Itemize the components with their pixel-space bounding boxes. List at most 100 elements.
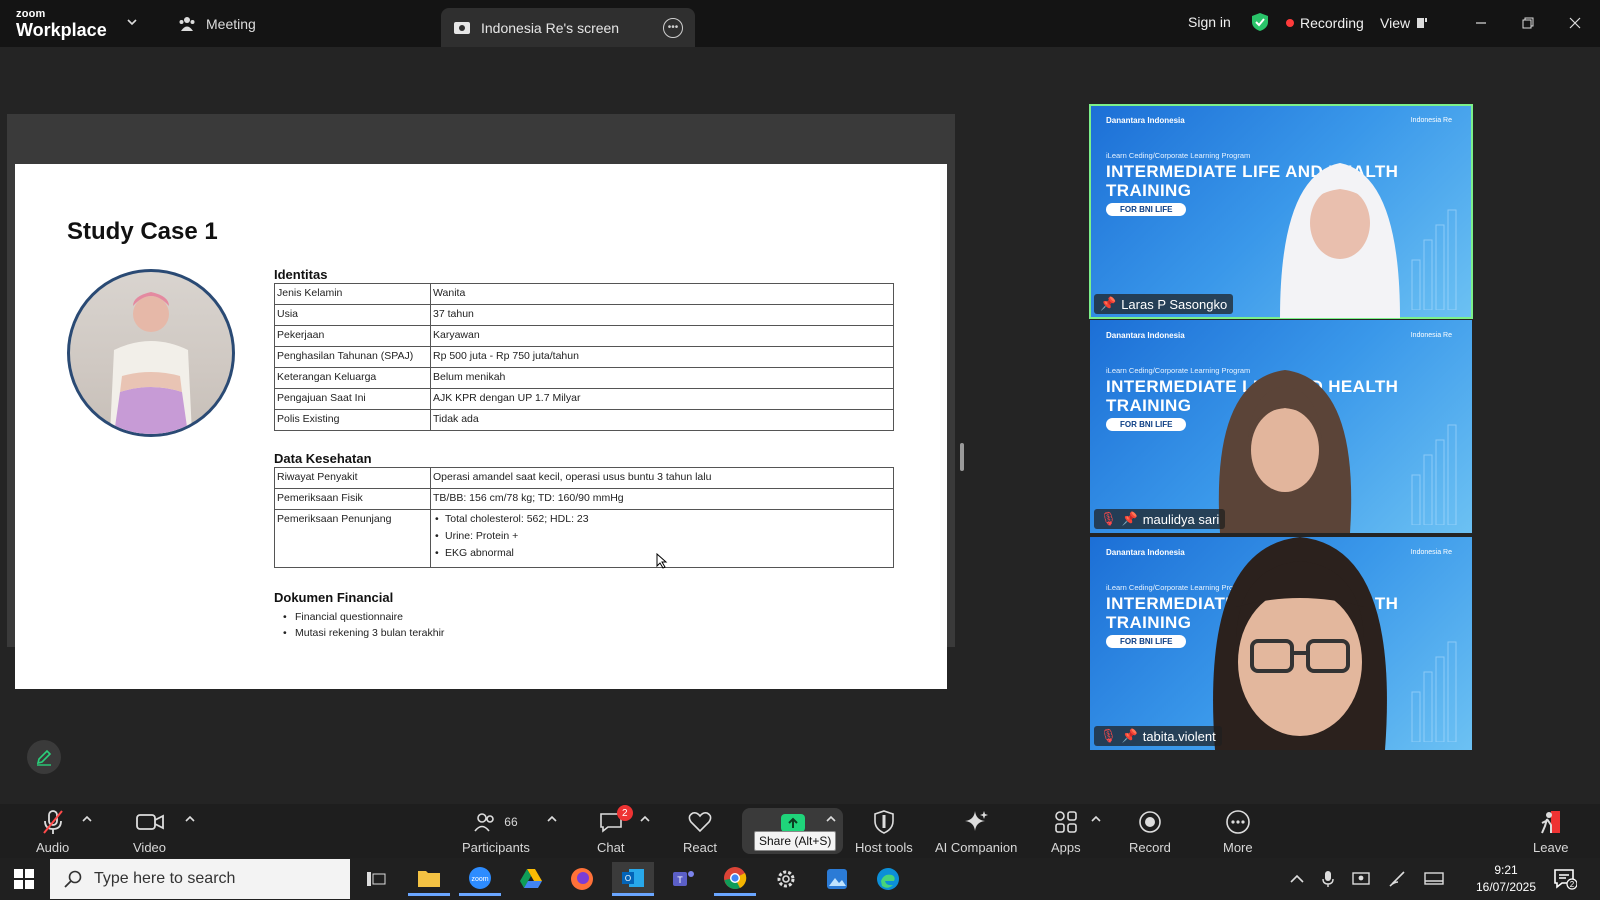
camera-icon	[135, 814, 164, 830]
task-view-icon[interactable]	[355, 862, 397, 896]
more-dots-icon	[1226, 810, 1250, 834]
table-row: Jenis Kelamin Wanita	[274, 283, 894, 305]
tile-pill: FOR BNI LIFE	[1106, 418, 1187, 431]
minimize-icon[interactable]	[1470, 12, 1492, 34]
tile-logo-left: Danantara Indonesia	[1106, 116, 1185, 125]
mic-muted-icon	[42, 810, 63, 834]
leave-button[interactable]: Leave	[1533, 809, 1568, 855]
table-cell-key: Pemeriksaan Fisik	[274, 488, 431, 510]
participants-icon	[474, 813, 495, 832]
firefox-icon[interactable]	[561, 862, 603, 896]
chat-caret-icon[interactable]	[640, 815, 650, 823]
table-cell-key: Jenis Kelamin	[274, 283, 431, 305]
apps-button[interactable]: Apps	[1051, 809, 1081, 855]
leave-label: Leave	[1533, 840, 1569, 855]
split-drag-handle[interactable]	[960, 443, 964, 471]
participant-name-tag: 📌 Laras P Sasongko	[1094, 294, 1234, 314]
microphone-icon[interactable]	[1322, 870, 1334, 888]
react-label: React	[683, 840, 717, 855]
clock-time: 9:21	[1494, 863, 1518, 877]
ai-companion-button[interactable]: AI Companion	[935, 809, 1017, 855]
annotate-button[interactable]	[27, 740, 61, 774]
recording-indicator[interactable]: Recording	[1286, 15, 1364, 31]
notification-count: 2	[1570, 880, 1575, 889]
participants-label: Participants	[462, 840, 530, 855]
identitas-table: Jenis Kelamin Wanita Usia 37 tahun Pekerjaan…	[274, 283, 894, 431]
participant-name-tag: 🎙 📌 tabita.violent	[1094, 726, 1222, 746]
video-options-caret-icon[interactable]	[185, 815, 195, 823]
tile-headline-2: TRAINING	[1106, 181, 1192, 200]
apps-caret-icon[interactable]	[1091, 815, 1101, 823]
person-illustration	[110, 292, 192, 434]
zoom-app-icon[interactable]: zoom	[459, 862, 501, 896]
taskbar-clock[interactable]: 9:21 16/07/2025	[1472, 862, 1540, 896]
chevron-down-icon[interactable]	[126, 16, 138, 28]
edge-icon[interactable]	[867, 862, 909, 896]
zoom-workplace-logo[interactable]: zoom Workplace	[16, 9, 107, 40]
participants-caret-icon[interactable]	[547, 815, 557, 823]
apps-grid-icon	[1055, 811, 1077, 833]
table-cell-key: Penghasilan Tahunan (SPAJ)	[274, 346, 431, 368]
screen-share-icon	[454, 21, 470, 34]
share-caret-icon[interactable]	[826, 815, 836, 823]
video-tile-3[interactable]: Danantara Indonesia Indonesia Re iLearn …	[1090, 537, 1472, 750]
participants-button[interactable]: 66 Participants	[462, 809, 530, 855]
settings-gear-icon[interactable]	[765, 862, 807, 896]
chat-button[interactable]: 2 Chat	[597, 805, 633, 855]
more-button[interactable]: More	[1223, 809, 1253, 855]
recording-label: Recording	[1300, 15, 1364, 31]
table-row: Riwayat Penyakit Operasi amandel saat ke…	[274, 467, 894, 489]
chrome-icon[interactable]	[714, 862, 756, 896]
taskbar-search-box[interactable]: Type here to search	[50, 859, 350, 899]
tray-expand-chevron-icon[interactable]	[1290, 874, 1304, 884]
file-explorer-icon[interactable]	[408, 862, 450, 896]
windows-start-icon[interactable]	[14, 869, 34, 889]
react-button[interactable]: React	[683, 809, 717, 855]
pen-ink-icon[interactable]	[1388, 870, 1406, 888]
sign-in-button[interactable]: Sign in	[1188, 14, 1231, 30]
google-drive-icon[interactable]	[510, 862, 552, 896]
record-button[interactable]: Record	[1129, 809, 1171, 855]
view-button[interactable]: View	[1380, 15, 1428, 31]
restore-icon[interactable]	[1517, 12, 1539, 34]
heart-icon	[688, 812, 712, 833]
search-placeholder: Type here to search	[94, 870, 236, 887]
display-icon[interactable]	[1424, 871, 1444, 887]
table-cell-key: Polis Existing	[274, 409, 431, 431]
audio-button[interactable]: Audio	[36, 809, 69, 855]
meeting-tab[interactable]: Meeting	[178, 14, 256, 34]
screen-share-tab[interactable]: Indonesia Re's screen •••	[441, 8, 695, 47]
table-cell-value: AJK KPR dengan UP 1.7 Milyar	[430, 388, 894, 410]
record-icon	[1139, 811, 1161, 833]
search-icon	[64, 870, 82, 888]
notification-icon: 2	[1554, 869, 1578, 890]
host-tools-button[interactable]: Host tools	[855, 809, 913, 855]
video-button[interactable]: Video	[133, 809, 166, 855]
list-item: Total cholesterol: 562; HDL: 23	[433, 513, 891, 530]
more-options-icon[interactable]: •••	[663, 17, 683, 38]
outlook-icon[interactable]: O	[612, 862, 654, 896]
list-item: Financial questionnaire	[283, 611, 444, 627]
ai-companion-label: AI Companion	[935, 840, 1018, 855]
tile-headline-2: TRAINING	[1106, 613, 1192, 632]
table-cell-value: TB/BB: 156 cm/78 kg; TD: 160/90 mmHg	[430, 488, 894, 510]
brand-big: Workplace	[16, 20, 107, 40]
video-tile-speaker[interactable]: Danantara Indonesia Indonesia Re iLearn …	[1089, 104, 1473, 319]
photos-icon[interactable]	[816, 862, 858, 896]
table-cell-key: Usia	[274, 304, 431, 326]
chat-unread-badge: 2	[616, 805, 633, 821]
shared-slide: Study Case 1 Identitas Jenis Kelamin Wani…	[15, 164, 947, 689]
participant-name: Laras P Sasongko	[1121, 296, 1228, 312]
teams-icon[interactable]: T	[663, 862, 705, 896]
system-tray	[1290, 858, 1444, 900]
case-person-photo	[67, 269, 235, 437]
audio-options-caret-icon[interactable]	[82, 815, 92, 823]
video-tile-2[interactable]: Danantara Indonesia Indonesia Re iLearn …	[1090, 320, 1472, 533]
close-icon[interactable]	[1564, 12, 1586, 34]
table-row: Pemeriksaan Penunjang Total cholesterol:…	[274, 509, 894, 568]
tile-logo-right: Indonesia Re	[1410, 549, 1452, 556]
screen-capture-icon[interactable]	[1352, 871, 1370, 887]
pin-icon: 📌	[1100, 296, 1117, 311]
notification-center-button[interactable]: 2	[1553, 868, 1578, 895]
encryption-shield-icon[interactable]	[1251, 12, 1269, 32]
